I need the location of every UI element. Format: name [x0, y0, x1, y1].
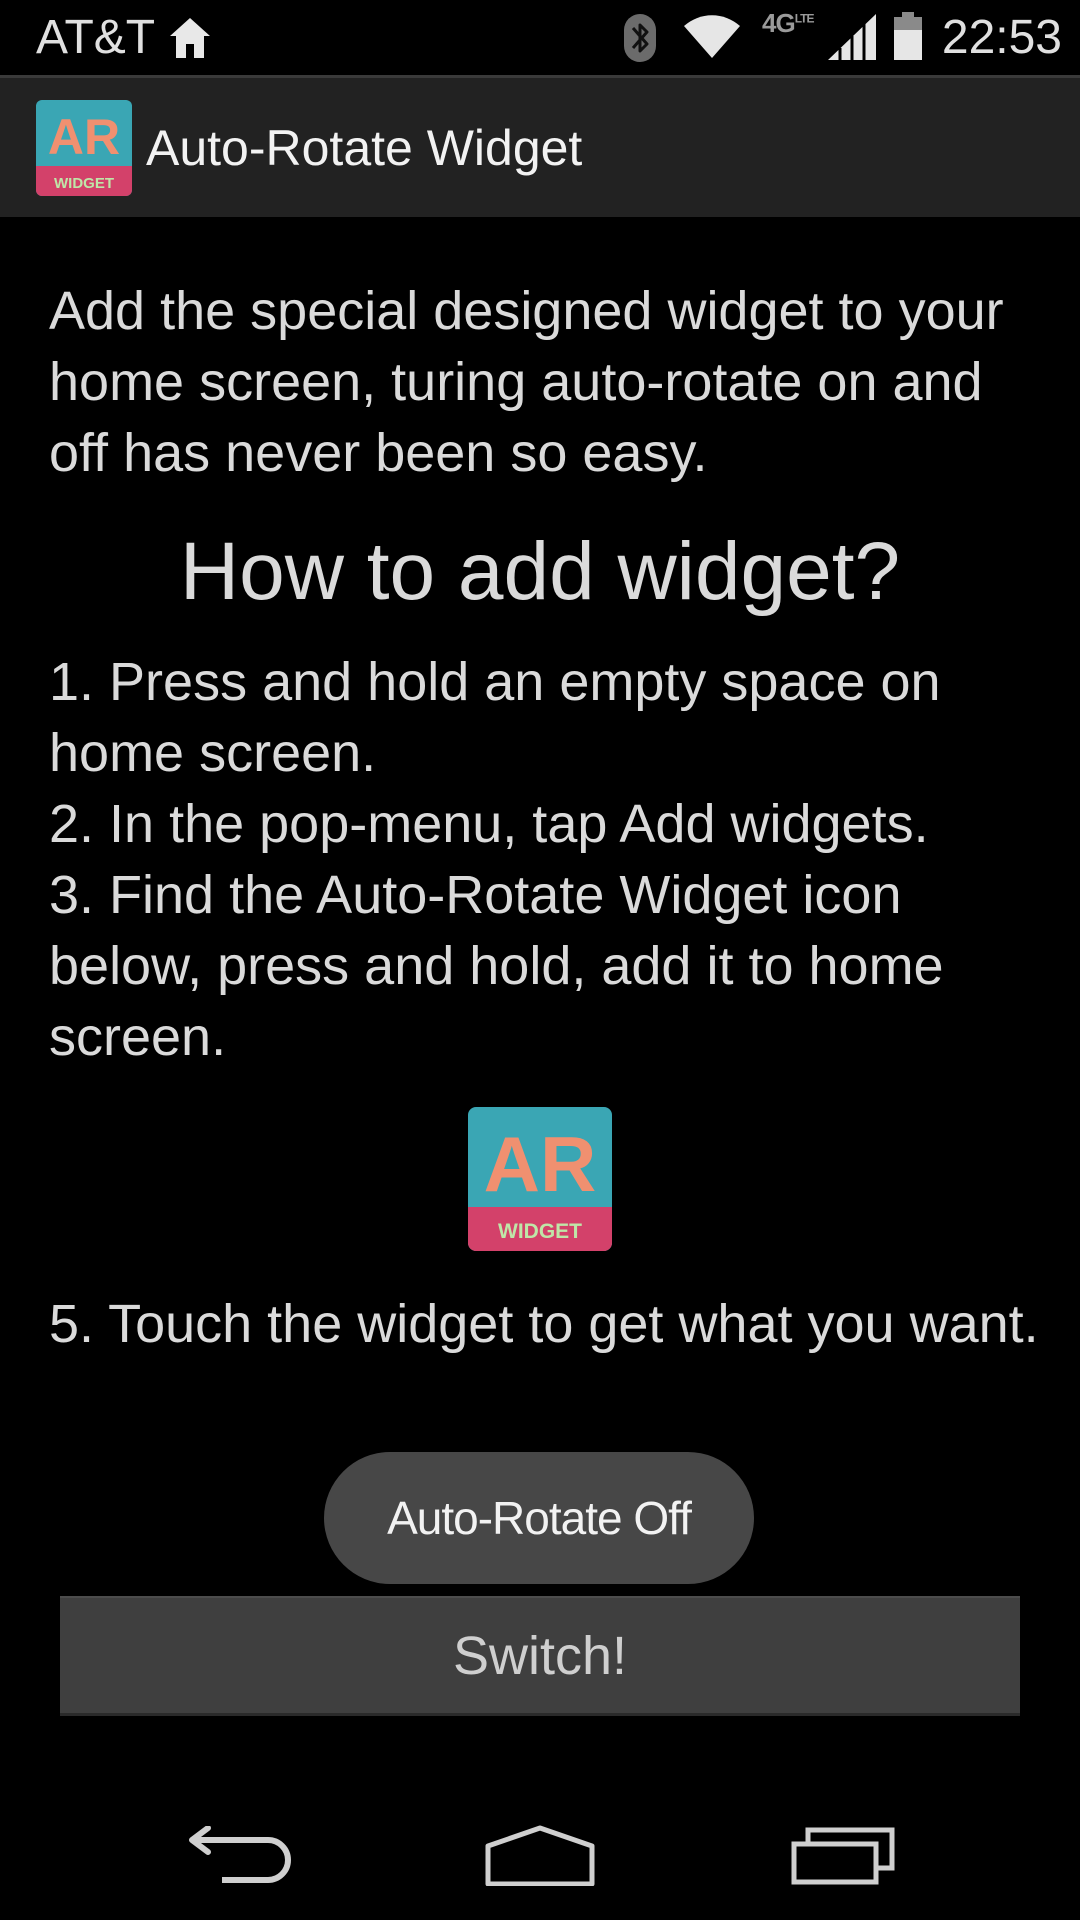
back-icon[interactable]: [188, 1826, 292, 1886]
svg-text:WIDGET: WIDGET: [498, 1220, 582, 1243]
svg-text:AR: AR: [484, 1120, 597, 1208]
battery-icon: [892, 10, 924, 62]
step-item: 1. Press and hold an empty space on home…: [49, 652, 941, 783]
svg-text:WIDGET: WIDGET: [54, 175, 114, 192]
bluetooth-icon: [622, 12, 658, 64]
home-icon[interactable]: [484, 1824, 596, 1886]
clock: 22:53: [941, 11, 1062, 64]
network-type-label: 4GLTE: [762, 8, 814, 38]
recents-icon[interactable]: [790, 1822, 896, 1886]
app-logo-icon[interactable]: AR WIDGET: [36, 100, 132, 196]
navigation-bar: [0, 1780, 1080, 1920]
widget-preview-icon: AR WIDGET: [468, 1107, 612, 1251]
carrier-label: AT&T: [36, 11, 156, 64]
wifi-icon: [682, 14, 742, 60]
step-item: 3. Find the Auto-Rotate Widget icon belo…: [49, 865, 944, 1067]
app-title: Auto-Rotate Widget: [146, 120, 583, 176]
svg-text:AR: AR: [48, 109, 120, 165]
signal-icon: [826, 12, 878, 62]
status-bar: AT&T 4GLTE 22:53: [0, 0, 1080, 75]
switch-button[interactable]: Switch!: [60, 1596, 1020, 1716]
toast-message: Auto-Rotate Off: [324, 1452, 754, 1584]
step-item: 2. In the pop-menu, tap Add widgets.: [49, 794, 929, 854]
intro-text: Add the special designed widget to your …: [49, 281, 1004, 483]
action-bar: AR WIDGET Auto-Rotate Widget: [0, 75, 1080, 217]
instructions-heading: How to add widget?: [179, 526, 901, 617]
step-item-5: 5. Touch the widget to get what you want…: [49, 1294, 1039, 1354]
home-icon: [166, 14, 214, 62]
steps-list: 1. Press and hold an empty space on home…: [49, 647, 1059, 1073]
